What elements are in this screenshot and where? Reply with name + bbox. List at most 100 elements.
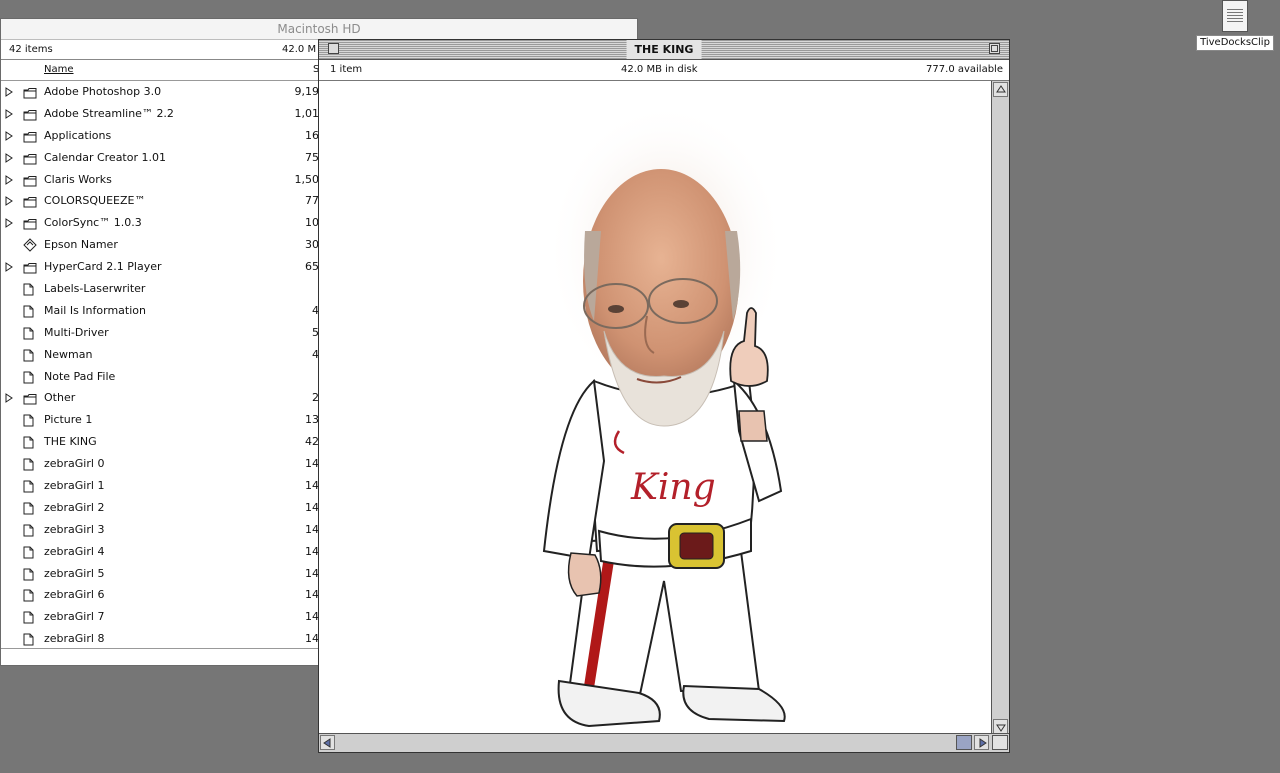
file-list-row[interactable]: zebraGirl 8 14 bbox=[1, 628, 319, 650]
document-icon bbox=[23, 457, 37, 471]
file-size: 14 bbox=[305, 479, 319, 493]
file-list-row[interactable]: Labels-Laserwriter bbox=[1, 278, 319, 300]
file-size: 65 bbox=[305, 260, 319, 274]
file-size: 16 bbox=[305, 128, 319, 142]
image-content-area: King bbox=[319, 81, 990, 735]
file-size: 77 bbox=[305, 194, 319, 208]
document-icon bbox=[23, 567, 37, 581]
close-box-button[interactable] bbox=[328, 43, 339, 54]
folder-icon bbox=[23, 260, 37, 274]
file-list-row[interactable]: Applications 16 bbox=[1, 125, 319, 147]
file-list-row[interactable]: zebraGirl 7 14 bbox=[1, 606, 319, 628]
window-info-bar: 1 item 42.0 MB in disk 777.0 available bbox=[319, 60, 1009, 81]
file-list-row[interactable]: THE KING 42 bbox=[1, 431, 319, 453]
file-size: 14 bbox=[305, 457, 319, 471]
zoom-box-button[interactable] bbox=[989, 43, 1000, 54]
document-icon bbox=[23, 523, 37, 537]
folder-icon bbox=[23, 173, 37, 187]
file-list-row[interactable]: Picture 1 13 bbox=[1, 409, 319, 431]
right-wrist bbox=[738, 410, 768, 442]
file-list-row[interactable]: Adobe Photoshop 3.0 9,19 bbox=[1, 81, 319, 103]
item-count: 1 item bbox=[330, 64, 363, 75]
folder-icon bbox=[23, 216, 37, 230]
file-size: 14 bbox=[305, 544, 319, 558]
file-list-row[interactable]: zebraGirl 2 14 bbox=[1, 497, 319, 519]
document-icon bbox=[23, 632, 37, 646]
file-list-row[interactable]: Claris Works 1,50 bbox=[1, 169, 319, 191]
disclosure-triangle-icon[interactable] bbox=[5, 81, 14, 103]
folder-icon bbox=[23, 151, 37, 165]
file-name: ColorSync™ 1.0.3 bbox=[44, 216, 142, 230]
disk-usage: 42.0 MB in disk bbox=[621, 64, 698, 75]
file-name: COLORSQUEEZE™ bbox=[44, 194, 146, 208]
scroll-down-arrow[interactable] bbox=[993, 719, 1008, 734]
scroll-thumb[interactable] bbox=[956, 735, 972, 750]
disclosure-triangle-icon[interactable] bbox=[5, 169, 14, 191]
document-icon bbox=[23, 326, 37, 340]
document-icon bbox=[23, 304, 37, 318]
disclosure-triangle-icon[interactable] bbox=[5, 387, 14, 409]
file-size: 9,19 bbox=[294, 85, 320, 98]
disclosure-triangle-icon[interactable] bbox=[5, 190, 14, 212]
window-title: THE KING bbox=[626, 40, 702, 59]
window-footer bbox=[1, 648, 319, 665]
file-list-row[interactable]: COLORSQUEEZE™ 77 bbox=[1, 190, 319, 212]
file-list-row[interactable]: Newman 4 bbox=[1, 344, 319, 366]
file-list-row[interactable]: Epson Namer 30 bbox=[1, 234, 319, 256]
vertical-scrollbar[interactable] bbox=[991, 81, 1009, 735]
file-size: 42 bbox=[305, 435, 319, 449]
file-size: 4 bbox=[312, 303, 319, 317]
scroll-up-arrow[interactable] bbox=[993, 82, 1008, 97]
disclosure-triangle-icon[interactable] bbox=[5, 103, 14, 125]
item-count: 42 items bbox=[9, 44, 53, 55]
file-list-row[interactable]: Note Pad File bbox=[1, 366, 319, 388]
disclosure-triangle-icon[interactable] bbox=[5, 147, 14, 169]
file-name: Note Pad File bbox=[44, 369, 116, 383]
disclosure-triangle-icon[interactable] bbox=[5, 212, 14, 234]
caricature-image: King bbox=[542, 101, 786, 728]
file-list-row[interactable]: zebraGirl 1 14 bbox=[1, 475, 319, 497]
file-size: 14 bbox=[305, 588, 319, 602]
file-list-row[interactable]: zebraGirl 4 14 bbox=[1, 541, 319, 563]
file-list-row[interactable]: zebraGirl 6 14 bbox=[1, 584, 319, 606]
file-list-row[interactable]: Multi-Driver 5 bbox=[1, 322, 319, 344]
scroll-left-arrow[interactable] bbox=[320, 735, 335, 750]
suit-lettering: King bbox=[630, 467, 716, 508]
file-name: Epson Namer bbox=[44, 238, 118, 252]
document-icon bbox=[23, 501, 37, 515]
scroll-right-arrow[interactable] bbox=[974, 735, 989, 750]
file-list-row[interactable]: Other 2 bbox=[1, 387, 319, 409]
horizontal-scrollbar[interactable] bbox=[319, 733, 1009, 752]
file-list-row[interactable]: zebraGirl 5 14 bbox=[1, 563, 319, 585]
file-name: Claris Works bbox=[44, 172, 112, 186]
window-titlebar[interactable]: THE KING bbox=[319, 40, 1009, 60]
file-name: zebraGirl 8 bbox=[44, 632, 105, 646]
file-size: 13 bbox=[305, 413, 319, 427]
available-space: 777.0 available bbox=[926, 64, 1003, 75]
disclosure-triangle-icon[interactable] bbox=[5, 256, 14, 278]
the-king-window[interactable]: THE KING 1 item 42.0 MB in disk 777.0 av… bbox=[318, 39, 1010, 753]
desktop-icon-label: TiveDocksClip bbox=[1196, 35, 1274, 51]
file-list-row[interactable]: zebraGirl 0 14 bbox=[1, 453, 319, 475]
file-name: Applications bbox=[44, 128, 112, 142]
disclosure-triangle-icon[interactable] bbox=[5, 125, 14, 147]
file-list-row[interactable]: Mail Is Information 4 bbox=[1, 300, 319, 322]
file-list-row[interactable]: Adobe Streamline™ 2.2 1,01 bbox=[1, 103, 319, 125]
name-column-header[interactable]: Name bbox=[44, 60, 74, 80]
file-list-row[interactable]: ColorSync™ 1.0.3 10 bbox=[1, 212, 319, 234]
file-name: zebraGirl 2 bbox=[44, 500, 105, 514]
file-size: 4 bbox=[312, 347, 319, 361]
file-list-row[interactable]: zebraGirl 3 14 bbox=[1, 519, 319, 541]
resize-grow-box[interactable] bbox=[992, 735, 1008, 750]
left-hand bbox=[567, 552, 602, 597]
document-icon bbox=[23, 370, 37, 384]
file-size: 10 bbox=[305, 216, 319, 230]
file-size: 75 bbox=[305, 150, 319, 164]
window-title[interactable]: Macintosh HD bbox=[1, 19, 637, 40]
file-list-row[interactable]: HyperCard 2.1 Player 65 bbox=[1, 256, 319, 278]
desktop-file-icon[interactable]: TiveDocksClip bbox=[1196, 0, 1276, 52]
file-list-row[interactable]: Calendar Creator 1.01 75 bbox=[1, 147, 319, 169]
file-name: Calendar Creator 1.01 bbox=[44, 150, 166, 164]
file-size: 14 bbox=[305, 500, 319, 514]
file-name: Picture 1 bbox=[44, 413, 93, 427]
